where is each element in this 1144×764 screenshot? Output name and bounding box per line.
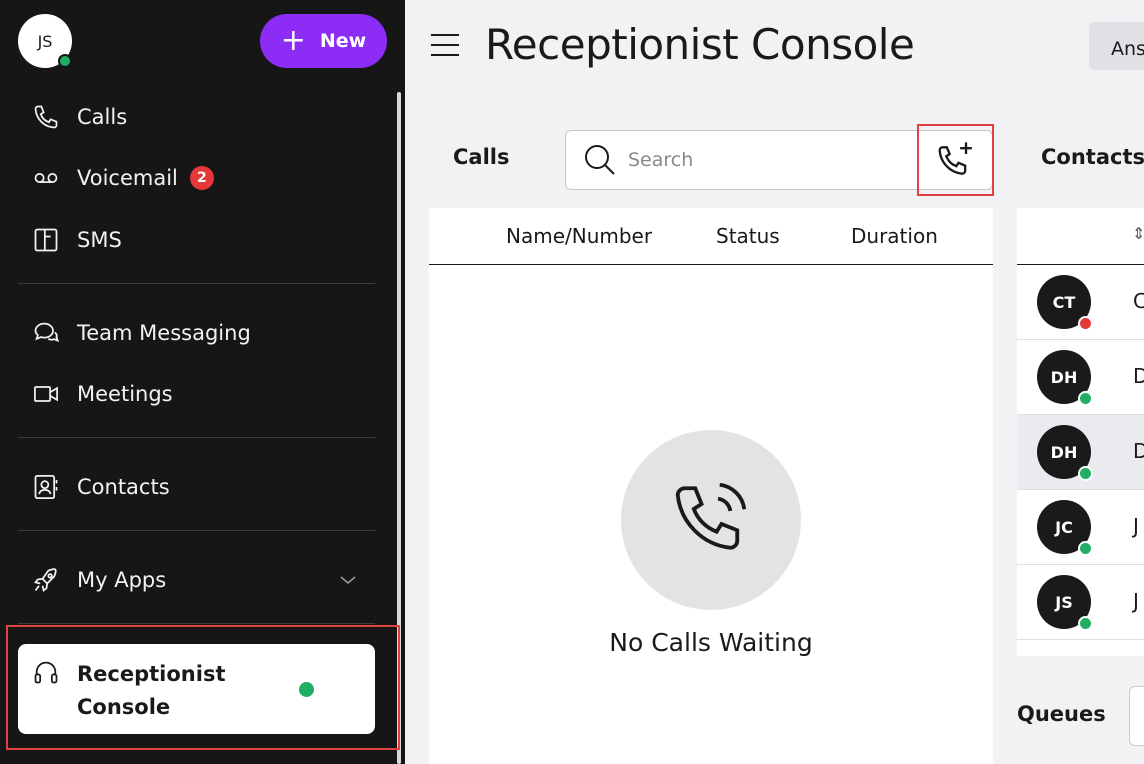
voicemail-count-badge: 2 xyxy=(189,166,214,190)
voicemail-icon xyxy=(30,162,62,194)
contacts-table-header: ⇕ xyxy=(1017,208,1144,265)
search-icon xyxy=(583,143,617,181)
user-initials: JS xyxy=(37,31,53,51)
hamburger-menu-icon[interactable] xyxy=(430,30,460,64)
sidebar-item-label: Calls xyxy=(77,105,128,129)
presence-dot xyxy=(1078,391,1093,406)
calls-table: Name/Number Status Duration No Calls Wai… xyxy=(429,208,993,764)
presence-dot xyxy=(1078,466,1093,481)
sidebar-item-team-messaging[interactable]: Team Messaging xyxy=(30,313,251,353)
contact-name: J xyxy=(1133,514,1139,538)
sidebar-item-sms[interactable]: SMS xyxy=(30,220,122,260)
contact-row[interactable]: DH D xyxy=(1017,340,1144,415)
sidebar-item-meetings[interactable]: Meetings xyxy=(30,374,173,414)
column-header-duration[interactable]: Duration xyxy=(851,224,938,248)
contact-avatar: JS xyxy=(1037,575,1093,631)
highlight-box xyxy=(6,625,400,750)
contact-name: C xyxy=(1133,289,1144,313)
queues-panel-title: Queues xyxy=(1017,702,1106,726)
contact-avatar: JC xyxy=(1037,500,1093,556)
sidebar-item-label: Voicemail xyxy=(77,166,178,190)
sidebar-divider xyxy=(18,283,375,284)
phone-ringing-icon xyxy=(669,476,753,564)
highlight-box xyxy=(917,124,994,196)
sidebar-divider xyxy=(18,530,375,531)
plus-icon: + xyxy=(280,23,306,58)
presence-dot xyxy=(58,54,72,68)
column-header-status[interactable]: Status xyxy=(716,224,780,248)
calls-table-header: Name/Number Status Duration xyxy=(429,208,993,265)
sidebar-item-label: SMS xyxy=(77,228,122,252)
contact-card-icon xyxy=(30,471,62,503)
contact-initials: CT xyxy=(1052,292,1076,312)
search-input[interactable] xyxy=(628,145,908,175)
contact-name: D xyxy=(1133,364,1144,388)
sidebar-item-label: Contacts xyxy=(77,475,170,499)
sidebar-item-my-apps[interactable]: My Apps xyxy=(30,560,166,600)
sidebar-divider xyxy=(18,437,375,438)
presence-dot xyxy=(1078,316,1093,331)
sidebar-item-voicemail[interactable]: Voicemail 2 xyxy=(30,158,214,198)
contact-avatar: DH xyxy=(1037,425,1093,481)
contact-row[interactable]: DH D xyxy=(1017,415,1144,490)
phone-icon xyxy=(30,101,62,133)
sidebar-divider xyxy=(18,623,375,624)
sms-icon xyxy=(30,224,62,256)
rocket-icon xyxy=(30,564,62,596)
contacts-table: ⇕ CT C DH D DH D JC J JS J xyxy=(1017,208,1144,656)
column-header-name-number[interactable]: Name/Number xyxy=(506,224,652,248)
sort-icon[interactable]: ⇕ xyxy=(1132,224,1144,243)
answer-button[interactable]: Answer xyxy=(1089,22,1144,70)
chat-bubbles-icon xyxy=(30,317,62,349)
presence-dot xyxy=(1078,541,1093,556)
empty-state-illustration xyxy=(621,430,801,610)
chevron-down-icon[interactable] xyxy=(338,570,358,594)
contact-row[interactable]: CT C xyxy=(1017,265,1144,340)
sidebar-item-label: Meetings xyxy=(77,382,173,406)
contacts-panel-title: Contacts xyxy=(1041,145,1144,169)
contact-initials: DH xyxy=(1050,367,1078,387)
contact-name: J xyxy=(1133,589,1139,613)
sidebar-item-calls[interactable]: Calls xyxy=(30,97,127,137)
new-button-label: New xyxy=(319,30,367,52)
contact-initials: JS xyxy=(1055,592,1073,612)
video-camera-icon xyxy=(30,378,62,410)
page-title: Receptionist Console xyxy=(485,20,915,69)
contact-name: D xyxy=(1133,439,1144,463)
sidebar-item-label: Team Messaging xyxy=(77,321,251,345)
contact-row[interactable]: JS J xyxy=(1017,565,1144,640)
contact-initials: DH xyxy=(1050,442,1078,462)
empty-state-text: No Calls Waiting xyxy=(609,628,813,657)
new-button[interactable]: + New xyxy=(260,14,387,68)
contact-avatar: CT xyxy=(1037,275,1093,331)
user-avatar[interactable]: JS xyxy=(18,14,72,68)
contact-initials: JC xyxy=(1055,517,1073,537)
queues-search-box[interactable] xyxy=(1129,686,1144,746)
sidebar-item-contacts[interactable]: Contacts xyxy=(30,467,170,507)
sidebar-item-label: My Apps xyxy=(77,568,167,592)
calls-panel-title: Calls xyxy=(453,145,510,169)
contact-avatar: DH xyxy=(1037,350,1093,406)
presence-dot xyxy=(1078,616,1093,631)
contact-row[interactable]: JC J xyxy=(1017,490,1144,565)
